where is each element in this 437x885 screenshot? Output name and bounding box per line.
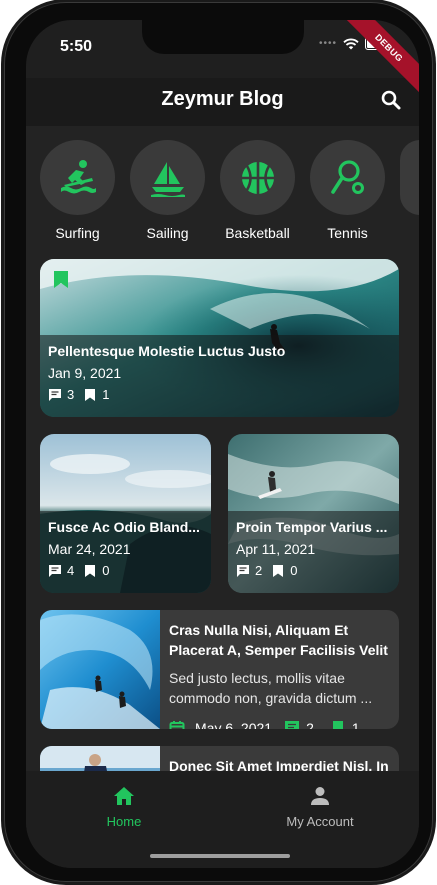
featured-post-card[interactable]: Pellentesque Molestie Luctus Justo Jan 9… bbox=[40, 259, 399, 417]
notch bbox=[142, 20, 304, 54]
search-icon[interactable] bbox=[379, 88, 403, 112]
comment-icon bbox=[237, 564, 249, 577]
comment-icon bbox=[49, 564, 61, 577]
post-title: Pellentesque Molestie Luctus Justo bbox=[48, 343, 286, 359]
nav-home-label: Home bbox=[106, 814, 142, 829]
bookmark-icon bbox=[85, 388, 96, 401]
featured-overlay: Pellentesque Molestie Luctus Justo Jan 9… bbox=[40, 335, 399, 417]
bookmark-count: 1 bbox=[102, 387, 110, 402]
post-title: Fusce Ac Odio Bland... bbox=[48, 519, 200, 535]
comment-count: 3 bbox=[67, 387, 75, 402]
post-overlay: Proin Tempor Varius ... Apr 11, 2021 2 0 bbox=[228, 511, 399, 593]
post-date: Jan 9, 2021 bbox=[48, 365, 122, 381]
list-post-card[interactable]: Cras Nulla Nisi, Aliquam Et Placerat A, … bbox=[40, 610, 399, 729]
bookmark-count: 0 bbox=[102, 563, 110, 578]
bookmark-icon[interactable] bbox=[54, 271, 68, 288]
post-image bbox=[40, 610, 160, 729]
app-screen: 5:50 •••• DEBUG Zeymur Blog Surfing Sail… bbox=[26, 20, 419, 868]
post-date: May 6, 2021 bbox=[195, 720, 273, 729]
post-excerpt: Sed justo lectus, mollis vitae commodo n… bbox=[169, 670, 373, 706]
tennis-icon bbox=[330, 159, 364, 194]
bottom-navigation: Home My Account bbox=[26, 771, 419, 868]
post-overlay: Fusce Ac Odio Bland... Mar 24, 2021 4 0 bbox=[40, 511, 211, 593]
wifi-icon bbox=[343, 38, 359, 49]
home-indicator[interactable] bbox=[150, 854, 290, 858]
signal-icon: •••• bbox=[318, 38, 337, 49]
category-label: Sailing bbox=[146, 225, 189, 241]
post-image bbox=[40, 746, 160, 771]
content-scroll[interactable]: Surfing Sailing Basketball Tennis Pellen… bbox=[26, 126, 419, 771]
person-icon bbox=[311, 787, 329, 805]
post-meta: May 6, 2021 2 1 bbox=[169, 720, 391, 729]
category-row[interactable]: Surfing Sailing Basketball Tennis bbox=[40, 140, 419, 241]
list-post-card[interactable]: Donec Sit Amet Imperdiet Nisl, In bbox=[40, 746, 399, 771]
post-title: Cras Nulla Nisi, Aliquam Et Placerat A, … bbox=[169, 622, 388, 658]
category-label: Basketball bbox=[225, 225, 290, 241]
nav-home[interactable]: Home bbox=[64, 785, 184, 829]
post-meta: 3 1 bbox=[48, 387, 391, 402]
category-basketball[interactable]: Basketball bbox=[220, 140, 295, 241]
comment-count: 4 bbox=[67, 563, 75, 578]
comment-count: 2 bbox=[306, 720, 314, 729]
post-date: Mar 24, 2021 bbox=[48, 541, 131, 557]
comment-icon bbox=[285, 721, 300, 729]
grid-post-card[interactable]: Proin Tempor Varius ... Apr 11, 2021 2 0 bbox=[228, 434, 399, 593]
surfing-icon bbox=[60, 159, 96, 193]
status-time: 5:50 bbox=[60, 38, 93, 55]
post-meta: 4 0 bbox=[48, 563, 203, 578]
nav-account-label: My Account bbox=[286, 814, 354, 829]
comment-icon bbox=[49, 388, 61, 401]
bookmark-count: 1 bbox=[351, 720, 360, 729]
category-sailing[interactable]: Sailing bbox=[130, 140, 205, 241]
bookmark-icon bbox=[85, 564, 96, 577]
category-tennis[interactable]: Tennis bbox=[310, 140, 385, 241]
home-icon bbox=[114, 787, 134, 805]
bookmark-icon bbox=[273, 564, 284, 577]
post-title: Donec Sit Amet Imperdiet Nisl, In bbox=[169, 758, 389, 771]
category-label: Tennis bbox=[327, 225, 368, 241]
comment-count: 2 bbox=[255, 563, 263, 578]
app-bar: Zeymur Blog bbox=[26, 78, 419, 126]
bookmark-count: 0 bbox=[290, 563, 298, 578]
list-post-body: Cras Nulla Nisi, Aliquam Et Placerat A, … bbox=[169, 620, 391, 729]
basketball-icon bbox=[241, 161, 274, 194]
bookmark-icon bbox=[332, 721, 343, 729]
app-title: Zeymur Blog bbox=[161, 88, 284, 110]
device-frame: 5:50 •••• DEBUG Zeymur Blog Surfing Sail… bbox=[4, 2, 433, 882]
category-more[interactable] bbox=[400, 140, 419, 215]
nav-account[interactable]: My Account bbox=[260, 785, 380, 829]
category-surfing[interactable]: Surfing bbox=[40, 140, 115, 241]
post-date: Apr 11, 2021 bbox=[236, 541, 316, 557]
calendar-icon bbox=[169, 721, 185, 729]
post-title: Proin Tempor Varius ... bbox=[236, 519, 388, 535]
post-meta: 2 0 bbox=[236, 563, 391, 578]
category-label: Surfing bbox=[55, 225, 100, 241]
sailing-icon bbox=[150, 161, 185, 197]
grid-post-card[interactable]: Fusce Ac Odio Bland... Mar 24, 2021 4 0 bbox=[40, 434, 211, 593]
list-post-body: Donec Sit Amet Imperdiet Nisl, In bbox=[169, 756, 391, 771]
